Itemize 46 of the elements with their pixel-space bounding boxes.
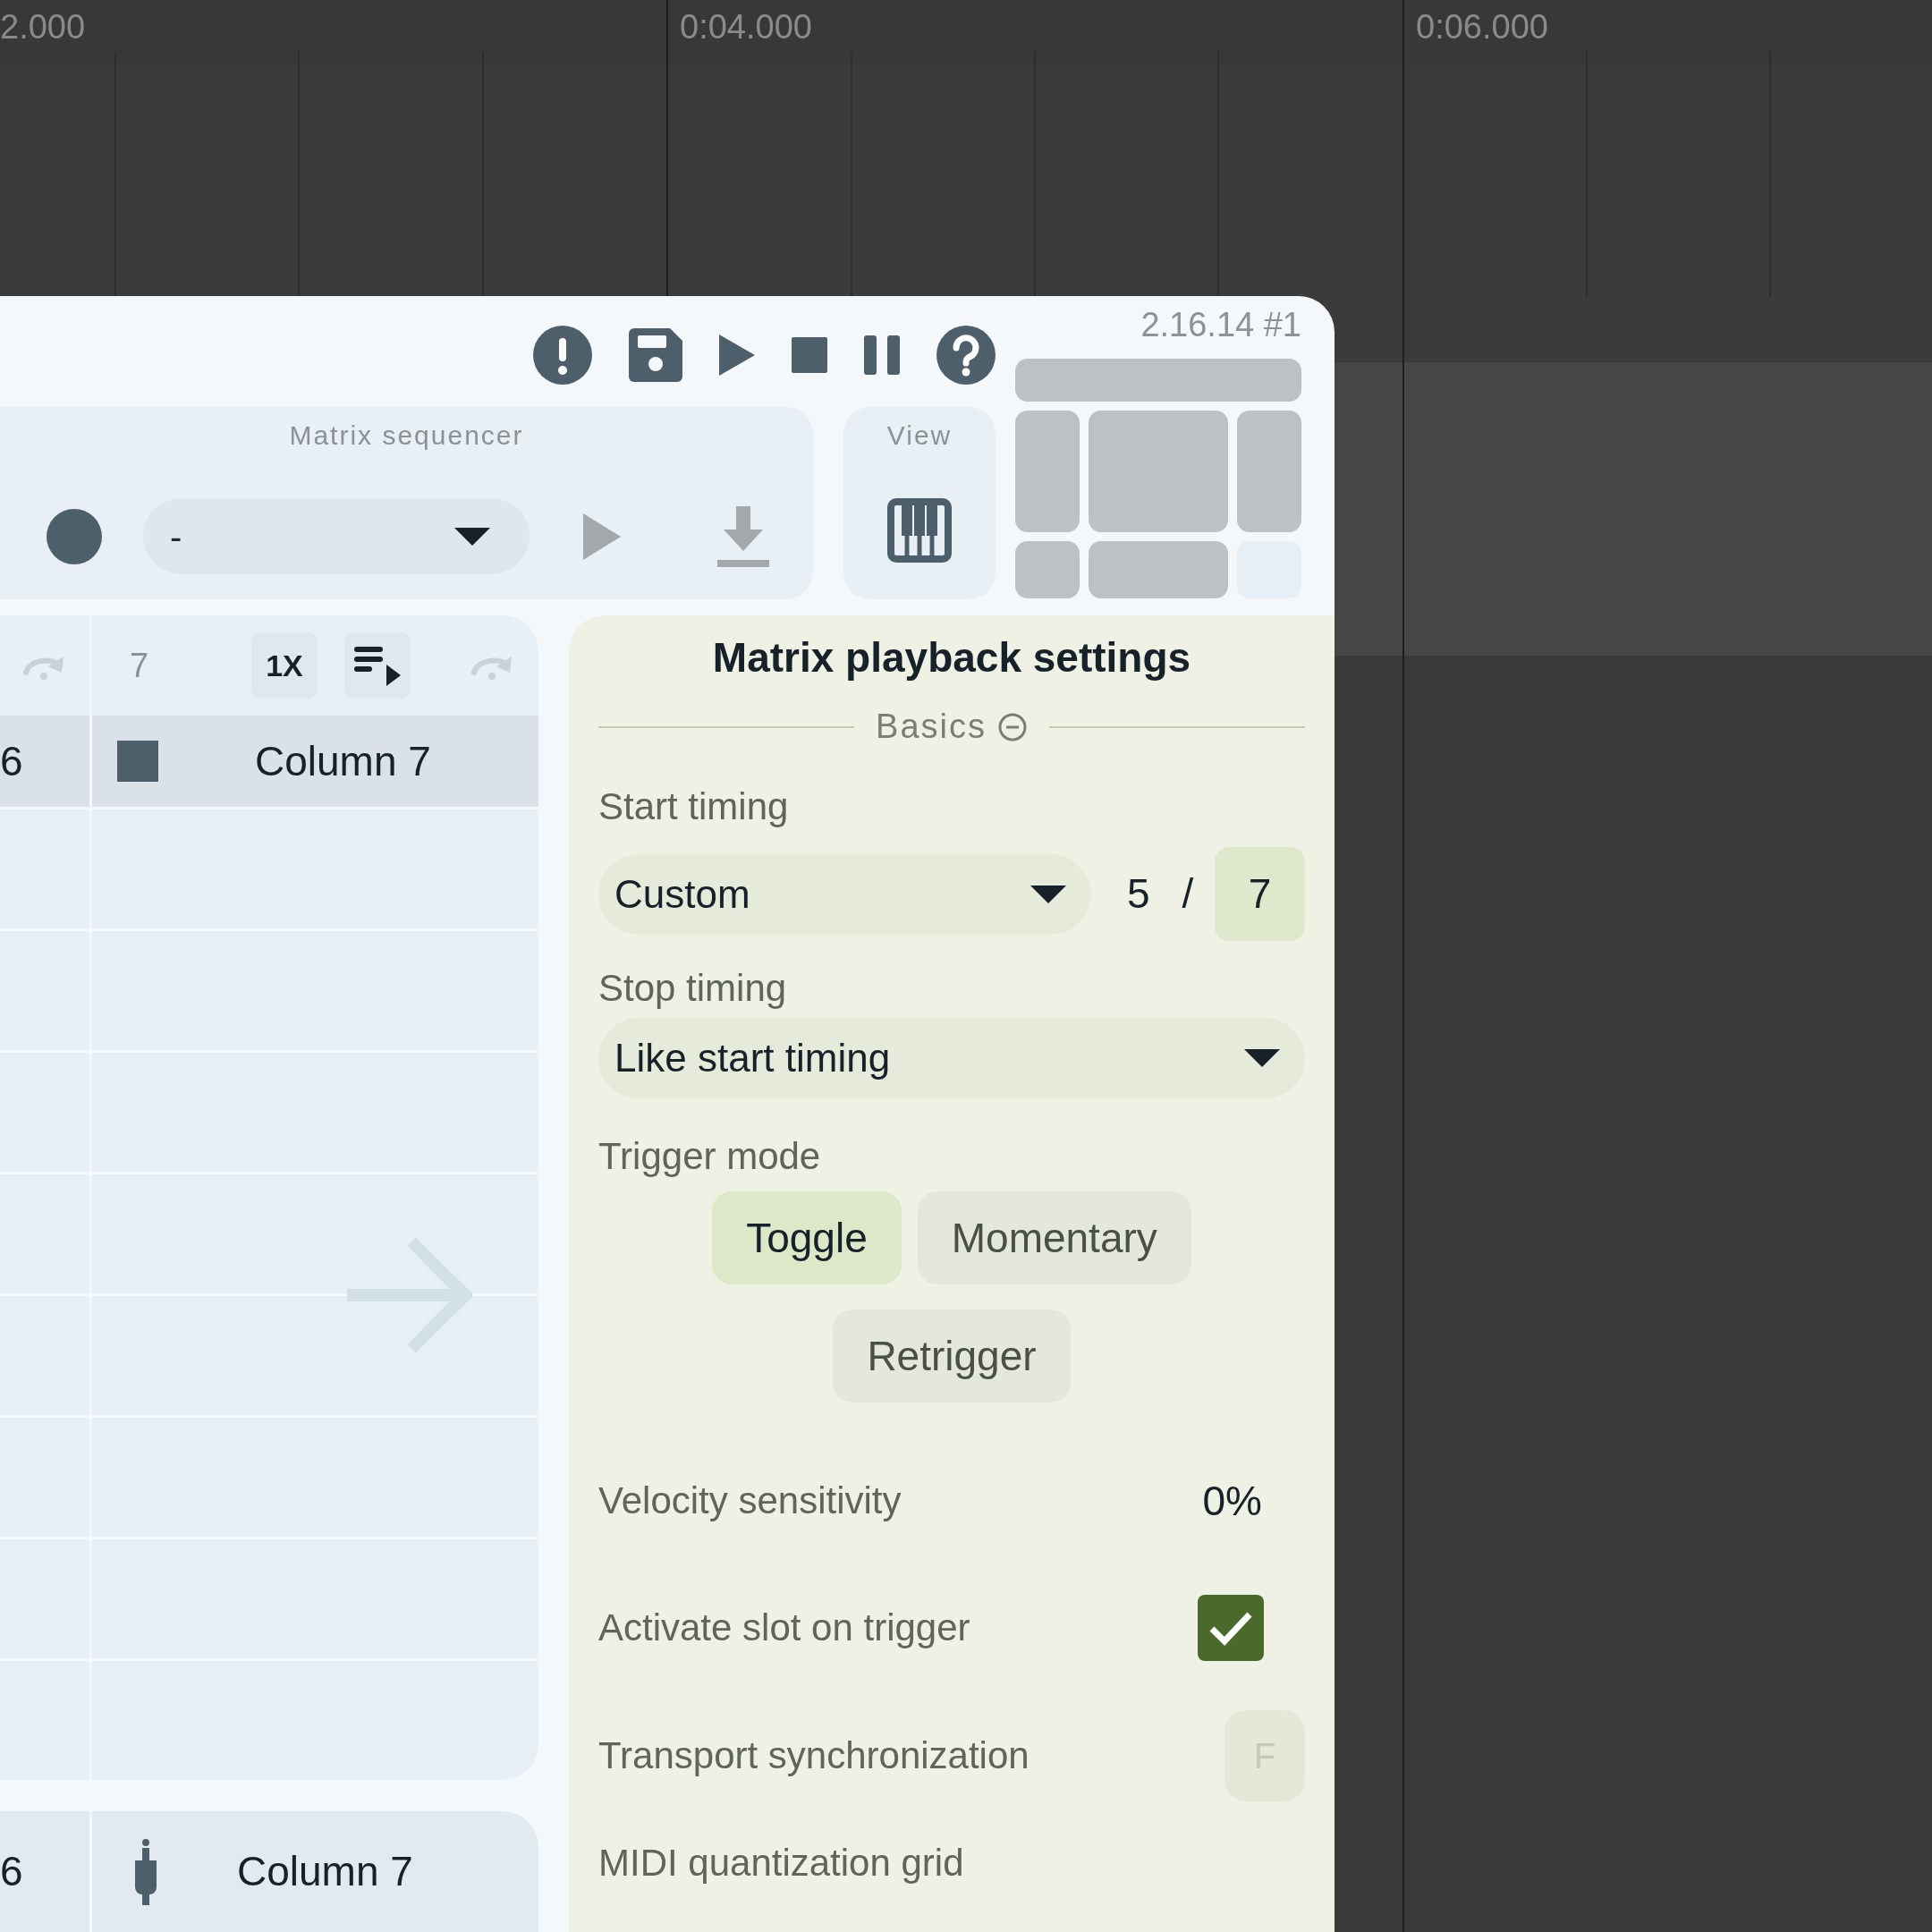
field-label: Trigger mode — [598, 1134, 822, 1179]
field-label: Stop timing — [598, 966, 788, 1011]
ruler-time-label: 2.000 — [0, 7, 86, 47]
dropdown-field[interactable]: Custom — [598, 853, 1091, 935]
column-number: 7 — [130, 645, 150, 686]
velocity-value[interactable]: 0% — [1202, 1470, 1262, 1532]
pause-icon[interactable] — [864, 335, 900, 375]
panel-title: View — [886, 419, 953, 452]
checkbox[interactable] — [1198, 1595, 1264, 1661]
field-label: MIDI quantization grid — [598, 1841, 965, 1885]
version-label: 2.16.14 #1 — [1140, 307, 1301, 343]
trigger-mode-button[interactable]: Toggle — [712, 1191, 902, 1284]
trigger-mode-button[interactable]: Retrigger — [833, 1309, 1071, 1402]
collapse-icon[interactable] — [996, 711, 1028, 742]
field-label: Velocity sensitivity — [598, 1479, 902, 1523]
piano-icon[interactable] — [887, 498, 952, 563]
field-label: Transport synchronization — [598, 1733, 1030, 1778]
column-header[interactable]: 6 — [0, 730, 23, 792]
panel-title: Matrix sequencer — [289, 419, 524, 452]
section-label: Basics — [876, 707, 987, 747]
save-icon[interactable] — [629, 328, 682, 382]
sequence-dropdown[interactable]: - — [143, 498, 530, 574]
panel-heading: Matrix playback settings — [712, 633, 1191, 682]
ruler-time-label: 0:06.000 — [1416, 7, 1548, 47]
caret-icon — [454, 527, 490, 546]
play-icon[interactable] — [719, 335, 755, 376]
column-header[interactable]: Column 7 — [255, 730, 431, 792]
field-label: Activate slot on trigger — [598, 1606, 970, 1650]
denominator-field[interactable]: 7 — [1215, 847, 1305, 941]
playlist-play-icon — [354, 645, 401, 686]
caret-icon — [1030, 885, 1066, 903]
trigger-mode-button[interactable]: Momentary — [917, 1191, 1191, 1284]
column-footer-label: 6 — [0, 1847, 23, 1896]
ruler-time-label: 0:04.000 — [680, 7, 812, 47]
speed-button[interactable]: 1X — [251, 632, 318, 699]
playlist-button[interactable] — [344, 632, 411, 699]
numerator-field[interactable]: 5 — [1127, 863, 1150, 925]
plug-icon — [135, 1838, 157, 1905]
alert-icon[interactable] — [533, 326, 592, 385]
column-footer-label: Column 7 — [237, 1847, 413, 1896]
caret-icon — [1244, 1049, 1280, 1067]
record-icon[interactable] — [47, 508, 102, 564]
dropdown-field[interactable]: Like start timing — [598, 1018, 1305, 1098]
fraction-slash: / — [1182, 869, 1194, 919]
field-label: Start timing — [598, 784, 790, 829]
help-icon[interactable] — [936, 326, 996, 385]
